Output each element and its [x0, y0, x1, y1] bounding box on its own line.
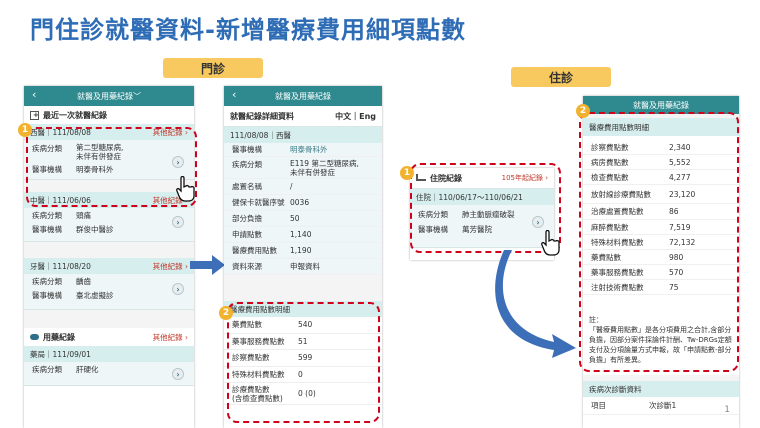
visit-header: 111/08/08｜西醫 [224, 127, 382, 143]
text-label: 藥局｜111/09/01 [30, 349, 91, 359]
header-title[interactable]: 就醫及用藥紀錄﹀ [77, 91, 141, 102]
med-other-records-link[interactable]: 其他紀錄 › [153, 332, 188, 343]
page-number: 1 [724, 405, 730, 415]
text-label[interactable]: 就醫及用藥紀錄 [275, 91, 331, 102]
pointer-hand-icon [176, 176, 195, 202]
detail-subheader: 就醫紀錄詳細資料 [230, 111, 294, 121]
text-label[interactable]: 群俊中醫診 [76, 224, 114, 235]
text-label: 肝硬化 [76, 364, 99, 374]
recent-visit-section: + 最近一次就醫紀錄 [24, 106, 194, 124]
text-label: 用藥紀錄 [43, 332, 75, 342]
text-label: 項目 [591, 401, 606, 410]
text-label[interactable]: 臺北虛擬診 [76, 290, 114, 301]
highlight-box-2 [227, 302, 380, 423]
detail-card: 111/08/08｜西醫 醫事機構 明泰骨科外 疾病分類 E119 第二型糖尿病, … [224, 126, 382, 275]
text-label: 醫療費用點數 [232, 246, 277, 255]
step-badge-3: 1 [400, 166, 414, 180]
arrow-right-icon [190, 255, 225, 275]
step-badge-1: 1 [18, 123, 32, 137]
text-label[interactable]: 其他紀錄 › [153, 261, 188, 272]
text-label[interactable]: 就醫及用藥紀錄 [633, 100, 689, 111]
text-label: 疾病分類 [32, 210, 62, 220]
text-label: 次診斷1 [649, 401, 677, 410]
text-label: E119 第二型糖尿病, 未伴有併發症 [290, 159, 359, 177]
highlight-box-1 [26, 127, 197, 207]
medication-section: 用藥紀錄 其他紀錄 › [24, 328, 194, 346]
secondary-diagnosis-title: 疾病次診斷資料 [583, 381, 739, 397]
chevron-right-icon[interactable]: › [172, 368, 184, 380]
text-label: 50 [290, 214, 300, 223]
text-label: 醫事機構 [232, 145, 262, 154]
language-toggle[interactable]: 中文｜Eng [335, 111, 376, 122]
chevron-right-icon[interactable]: › [172, 283, 184, 295]
text-label: 1,190 [290, 246, 312, 255]
medication-card[interactable]: 藥局｜111/09/01 疾病分類 肝硬化 › [24, 346, 194, 386]
app-header: ‹ 就醫及用藥紀錄﹀ [24, 86, 194, 106]
curved-arrow-icon [495, 250, 576, 358]
text-label[interactable]: 明泰骨科外 [290, 144, 328, 155]
text-label: 健保卡就醫序號 [232, 198, 285, 207]
highlight-box-3 [410, 163, 561, 253]
text-label: 申請點數 [232, 230, 262, 239]
inpatient-tag: 住診 [511, 67, 611, 87]
text-label: / [290, 182, 293, 191]
text-label: 醫事機構 [32, 290, 62, 300]
visit-card-dental[interactable]: 牙醫｜111/08/20 其他紀錄 › 疾病分類 齲齒 醫事機構 臺北虛擬診 › [24, 258, 194, 310]
text-label: 頭痛 [76, 210, 91, 220]
hospital-icon: + [30, 110, 39, 120]
section-title: 最近一次就醫紀錄 [43, 110, 107, 120]
back-icon[interactable]: ‹ [32, 88, 36, 101]
text-label: 醫事機構 [32, 224, 62, 234]
text-label: 疾病分類 [32, 276, 62, 286]
text-label: 申報資料 [290, 262, 320, 271]
chevron-right-icon[interactable]: › [172, 216, 184, 228]
page-title: 門住診就醫資料-新增醫療費用細項點數 [30, 16, 466, 44]
text-label: 1,140 [290, 230, 312, 239]
outpatient-tag: 門診 [163, 58, 263, 78]
text-label: 處置名稱 [232, 182, 262, 191]
text-label: 牙醫｜111/08/20 [30, 261, 91, 271]
pill-icon [30, 333, 39, 340]
app-header: ‹ 就醫及用藥紀錄 [224, 86, 382, 106]
text-label: 疾病分類 [32, 364, 62, 374]
step-badge-4: 2 [576, 104, 590, 118]
text-label: 疾病分類 [232, 160, 262, 169]
text-label: 0036 [290, 198, 310, 207]
back-icon[interactable]: ‹ [232, 88, 236, 101]
step-badge-2: 2 [219, 306, 233, 320]
text-label: 資料來源 [232, 262, 262, 271]
text-label: 部分負擔 [232, 214, 262, 223]
highlight-box-4 [579, 112, 739, 372]
text-label: 齲齒 [76, 276, 91, 286]
